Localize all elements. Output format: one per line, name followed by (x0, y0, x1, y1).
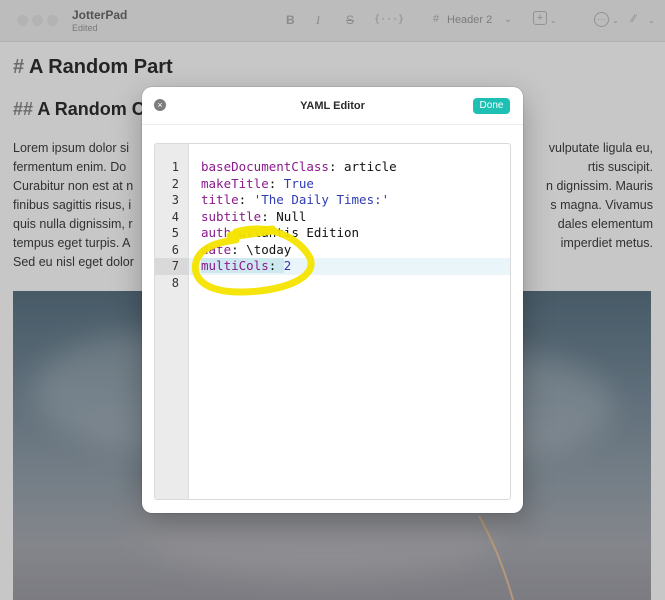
yaml-value: 2 (283, 258, 292, 273)
yaml-separator: : (261, 208, 277, 224)
yaml-value: True (283, 175, 314, 191)
yaml-value: 'The Daily Times:' (253, 192, 390, 207)
selected-text: multiCols: (201, 258, 284, 273)
line-number: 2 (171, 176, 179, 191)
yaml-key: multiCols (201, 258, 269, 273)
line-number: 5 (171, 226, 179, 240)
line-number: 3 (171, 193, 179, 207)
yaml-key: auth (201, 225, 232, 240)
code-line[interactable]: date: \today (201, 242, 291, 259)
code-line[interactable]: makeTitle: True (201, 176, 314, 193)
code-line-selected[interactable]: multiCols: 2 (201, 258, 291, 275)
yaml-key: subtitle (201, 208, 262, 224)
yaml-key: date (201, 241, 232, 257)
yaml-key: baseDocumentClass (201, 159, 329, 174)
yaml-value: Null (276, 208, 307, 224)
yaml-value: article (344, 159, 397, 174)
yaml-key: makeTitle (201, 175, 269, 191)
yaml-value: atlantis Edition (238, 225, 360, 240)
done-button[interactable]: Done (473, 98, 510, 114)
code-line[interactable]: subtitle: Null (201, 209, 306, 226)
yaml-separator: : (268, 175, 284, 191)
code-line[interactable]: title: 'The Daily Times:' (201, 192, 389, 209)
code-line[interactable]: baseDocumentClass: article (201, 159, 397, 176)
code-line[interactable]: auth atlantis Edition (201, 225, 359, 242)
yaml-editor-dialog: × YAML Editor Done 1 2 3 4 5 6 7 8 baseD… (142, 87, 523, 513)
line-number: 6 (171, 242, 179, 257)
yaml-key: title (201, 192, 239, 207)
yaml-separator: : (238, 192, 254, 207)
dialog-header: × YAML Editor Done (142, 87, 523, 125)
line-number: 1 (171, 160, 179, 174)
line-number: 7 (171, 259, 179, 273)
yaml-separator (231, 225, 239, 240)
line-number: 4 (171, 209, 179, 224)
line-number: 8 (171, 275, 179, 290)
yaml-code-editor[interactable]: 1 2 3 4 5 6 7 8 baseDocumentClass: artic… (154, 143, 511, 500)
yaml-separator: : (268, 258, 284, 273)
yaml-value: \today (246, 241, 292, 257)
yaml-separator: : (328, 159, 344, 174)
yaml-separator: : (231, 241, 247, 257)
dialog-title: YAML Editor (300, 100, 365, 112)
